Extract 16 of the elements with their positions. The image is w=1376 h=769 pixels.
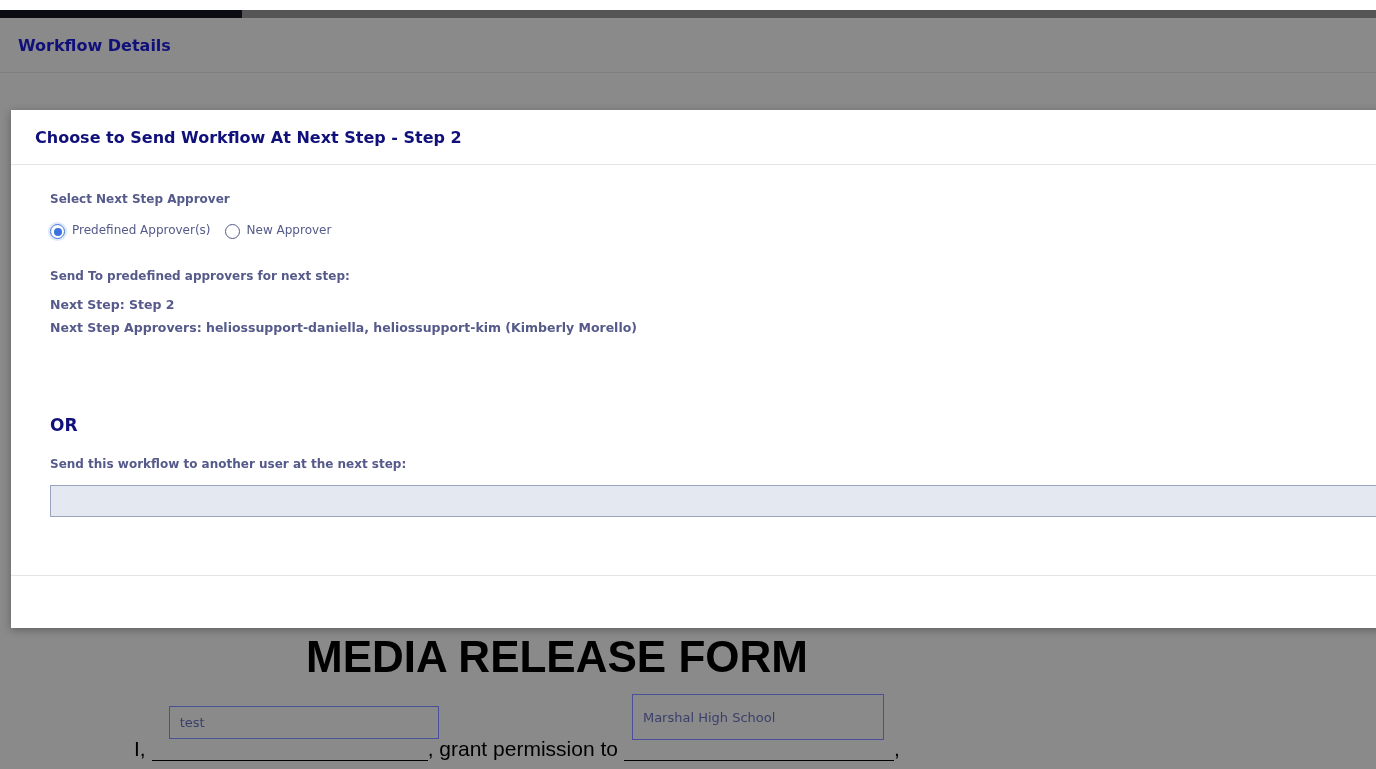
radio-option[interactable]: Predefined Approver(s) — [50, 220, 211, 239]
info-text: Send To predefined approvers for next step: — [50, 269, 351, 283]
form-text: I, — [134, 737, 146, 761]
field-label: Select Next Step Approver — [50, 192, 231, 206]
dialog-title: Choose to Send Workflow At Next Step - Step 2 — [35, 127, 462, 147]
info-text: Next Step Approvers: heliossupport-daniella, heliossupport-kim (Kimberly Morello) — [50, 320, 638, 335]
form-heading: MEDIA RELEASE FORM — [306, 633, 809, 681]
info-text: Next Step: Step 2 — [50, 297, 176, 312]
page-title: Workflow Details — [18, 35, 171, 55]
form-text: , grant permission to — [427, 737, 618, 761]
or-heading: OR — [50, 415, 79, 435]
form-text: , — [893, 737, 900, 761]
radio-button[interactable] — [50, 224, 65, 239]
radio-option[interactable]: New Approver — [224, 220, 332, 239]
field-label: Send this workflow to another user at the next step: — [50, 457, 408, 471]
user-field[interactable] — [50, 485, 1376, 517]
